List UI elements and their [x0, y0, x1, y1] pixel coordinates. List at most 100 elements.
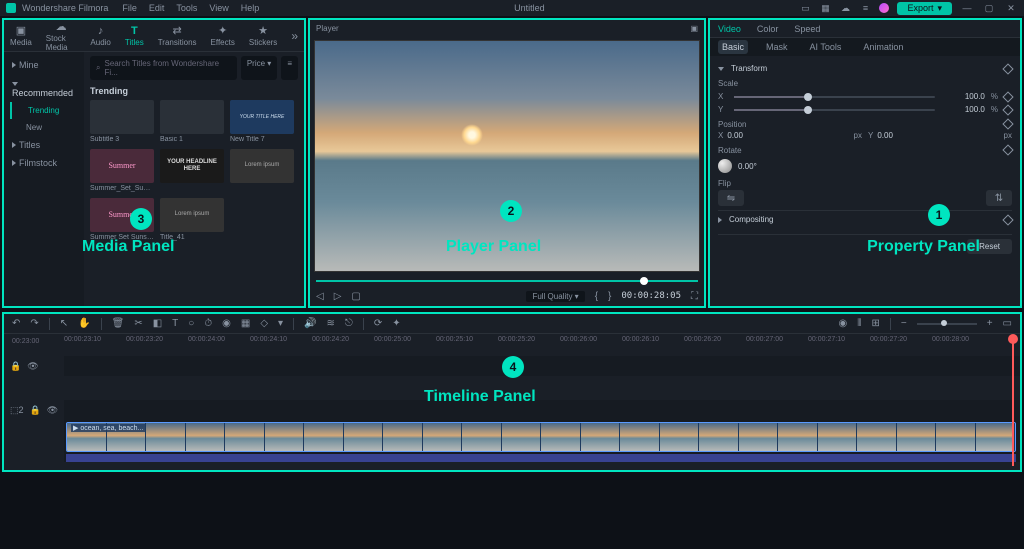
stop-button[interactable]: ◁: [316, 291, 324, 302]
tab-stickers[interactable]: ★Stickers: [249, 24, 277, 47]
title-thumb[interactable]: Subtitle 3: [90, 100, 154, 143]
keyframe-icon[interactable]: [1002, 214, 1013, 225]
window-minimize[interactable]: —: [960, 3, 974, 13]
tab-media[interactable]: ▣Media: [10, 24, 32, 47]
side-titles[interactable]: Titles: [4, 136, 84, 154]
rotate-knob[interactable]: [718, 159, 732, 173]
scale-y-slider[interactable]: [734, 109, 935, 111]
title-thumb[interactable]: YOUR HEADLINE HERE: [160, 149, 224, 192]
audio-track[interactable]: [64, 454, 1020, 462]
export-button[interactable]: Export▾: [897, 2, 952, 15]
green-icon[interactable]: ▦: [241, 318, 250, 329]
title-thumb[interactable]: YOUR TITLE HERENew Title 7: [230, 100, 294, 143]
side-filmstock[interactable]: Filmstock: [4, 154, 84, 172]
rotate-value[interactable]: 0.00°: [738, 162, 757, 171]
avatar[interactable]: [879, 3, 889, 13]
snap-icon[interactable]: ⊞: [871, 318, 879, 329]
delete-icon[interactable]: 🗑: [112, 318, 125, 329]
hand-icon[interactable]: ✋: [78, 318, 90, 329]
video-track[interactable]: ▶ ocean, sea, beach...: [64, 420, 1020, 454]
window-close[interactable]: ✕: [1004, 3, 1018, 14]
layout-icon[interactable]: ▭: [799, 2, 811, 14]
undo-icon[interactable]: ↶: [12, 318, 20, 329]
grid-icon[interactable]: ▦: [819, 2, 831, 14]
keyframe-icon[interactable]: [1002, 118, 1013, 129]
sec-transform[interactable]: Transform: [731, 64, 767, 73]
settings-icon[interactable]: ≡: [859, 2, 871, 14]
record-icon[interactable]: ○: [188, 318, 194, 329]
title-thumb[interactable]: Lorem ipsum: [230, 149, 294, 192]
color-icon[interactable]: ◉: [222, 318, 231, 329]
timeline-ruler[interactable]: 00:23:00 00:00:23:1000:00:23:2000:00:24:…: [4, 334, 1020, 356]
tab-effects[interactable]: ✦Effects: [211, 24, 235, 47]
text-icon[interactable]: T: [172, 318, 178, 329]
track-eye-icon[interactable]: 👁: [47, 405, 58, 416]
quality-dropdown[interactable]: Full Quality ▾: [526, 291, 584, 302]
render-icon[interactable]: ⟳: [374, 318, 382, 329]
speed-icon[interactable]: ⏱: [204, 318, 212, 329]
cursor-icon[interactable]: ↖: [60, 318, 68, 329]
side-recommended[interactable]: Recommended: [4, 74, 84, 102]
fit-icon[interactable]: ▭: [1003, 318, 1012, 329]
title-thumb[interactable]: Basic 1: [160, 100, 224, 143]
window-maximize[interactable]: ▢: [982, 3, 996, 14]
subtab-basic[interactable]: Basic: [718, 40, 748, 54]
tab-titles[interactable]: TTitles: [125, 25, 144, 47]
mark-in-icon[interactable]: {: [595, 291, 598, 302]
tabs-more-icon[interactable]: »: [291, 29, 298, 43]
side-new[interactable]: New: [10, 119, 84, 136]
audio-icon[interactable]: 🔊: [304, 318, 316, 329]
cut-icon[interactable]: ✂: [134, 318, 142, 329]
title-thumb[interactable]: SummerSummer_Set_Sunshi...: [90, 149, 154, 192]
ai-icon[interactable]: ✦: [392, 318, 400, 329]
menu-view[interactable]: View: [209, 3, 228, 13]
pos-y-field[interactable]: 0.00: [877, 131, 999, 140]
menu-tools[interactable]: Tools: [176, 3, 197, 13]
subtab-animation[interactable]: Animation: [859, 40, 907, 54]
sync-icon[interactable]: ≋: [327, 318, 335, 329]
mark-out-icon[interactable]: }: [608, 291, 611, 302]
tab-audio[interactable]: ♪Audio: [90, 25, 110, 47]
prop-tab-color[interactable]: Color: [757, 24, 779, 34]
track-2[interactable]: [64, 400, 1020, 420]
side-mine[interactable]: Mine: [4, 56, 84, 74]
prop-tab-video[interactable]: Video: [718, 24, 741, 34]
mixer-icon[interactable]: ◉: [839, 318, 848, 329]
zoom-out-icon[interactable]: −: [901, 318, 907, 329]
title-thumb[interactable]: Lorem ipsumTitle_41: [160, 198, 224, 241]
mix-icon[interactable]: ⎋: [345, 318, 353, 329]
next-button[interactable]: ▢: [351, 291, 360, 302]
playhead[interactable]: [1012, 336, 1014, 466]
redo-icon[interactable]: ↷: [30, 318, 38, 329]
keyframe-icon[interactable]: [1002, 104, 1013, 115]
zoom-in-icon[interactable]: +: [987, 318, 993, 329]
price-dropdown[interactable]: Price ▾: [241, 56, 277, 80]
crop-icon[interactable]: ◧: [153, 318, 162, 329]
sort-icon[interactable]: ≡: [281, 56, 298, 80]
keyframe-icon[interactable]: [1002, 91, 1013, 102]
marker-icon[interactable]: ▾: [278, 318, 283, 329]
meter-icon[interactable]: ⫴: [857, 318, 861, 329]
track-1[interactable]: [64, 356, 1020, 376]
subtab-mask[interactable]: Mask: [762, 40, 792, 54]
search-input[interactable]: ⌕Search Titles from Wondershare Fi...: [90, 56, 237, 80]
prop-tab-speed[interactable]: Speed: [794, 24, 820, 34]
tab-transitions[interactable]: ⇄Transitions: [158, 24, 197, 47]
menu-edit[interactable]: Edit: [149, 3, 165, 13]
flip-v-button[interactable]: ⇅: [986, 190, 1012, 206]
scale-x-slider[interactable]: [734, 96, 935, 98]
track-eye-icon[interactable]: 👁: [27, 361, 38, 372]
menu-file[interactable]: File: [122, 3, 137, 13]
video-clip[interactable]: ▶ ocean, sea, beach...: [66, 422, 1016, 452]
keyframe-icon[interactable]: ◇: [260, 318, 268, 329]
tab-stock[interactable]: ☁Stock Media: [46, 20, 77, 52]
snapshot-icon[interactable]: ▣: [690, 24, 698, 33]
seek-bar[interactable]: [316, 276, 698, 286]
keyframe-icon[interactable]: [1002, 63, 1013, 74]
flip-h-button[interactable]: ⇋: [718, 190, 744, 206]
sec-compositing[interactable]: Compositing: [729, 215, 773, 224]
keyframe-icon[interactable]: [1002, 144, 1013, 155]
play-button[interactable]: ▷: [334, 291, 342, 302]
pos-x-field[interactable]: 0.00: [727, 131, 849, 140]
side-trending[interactable]: Trending: [10, 102, 84, 119]
